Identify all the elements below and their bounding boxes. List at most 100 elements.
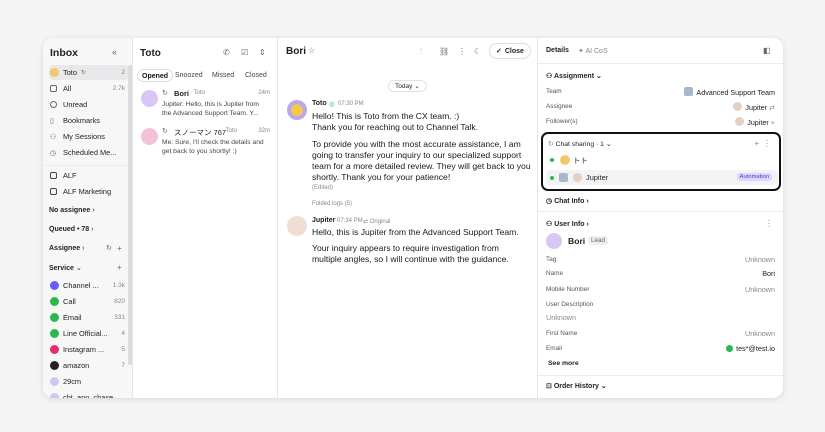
sidebar-item-channel[interactable]: Line Official... 4	[49, 326, 129, 341]
close-button[interactable]: ✓ Close	[489, 43, 531, 59]
divider	[538, 63, 783, 64]
checkbox-icon[interactable]: ☑	[241, 48, 248, 57]
sharing-row[interactable]: トト	[549, 153, 775, 167]
field-label: Follower(s)	[546, 118, 578, 125]
sidebar-item-channel[interactable]: amazon 7	[49, 358, 129, 373]
date-label: Today	[395, 82, 413, 90]
sidebar-item-scheduled[interactable]: ◷ Scheduled Me...	[49, 145, 129, 160]
sidebar-item-count: 820	[114, 298, 125, 305]
sidebar-item-team-alf[interactable]: ALF	[49, 168, 129, 183]
team-value[interactable]: Advanced Support Team	[684, 87, 775, 97]
more-icon[interactable]: ⋮	[458, 47, 466, 56]
email-value[interactable]: tes*@test.io	[726, 344, 775, 353]
sidebar-item-toto[interactable]: Toto ↻ 2	[49, 65, 129, 80]
sidebar-item-unread[interactable]: Unread	[49, 97, 129, 112]
waveform-icon[interactable]: ⫶	[420, 47, 422, 57]
avatar	[573, 173, 582, 182]
automation-badge: Automation	[736, 173, 772, 181]
tab-opened[interactable]: Opened	[137, 69, 174, 82]
chevron-down-icon: ⌄	[75, 265, 82, 272]
original-tag-label: Original	[369, 219, 391, 225]
sidebar-item-channel[interactable]: Call 820	[49, 294, 129, 309]
sidebar-section-assignee[interactable]: Assignee ›	[49, 245, 84, 252]
description-value[interactable]: Unknown	[546, 313, 576, 322]
sidebar-section-queued[interactable]: Queued • 78 ›	[49, 226, 93, 233]
tab-closed[interactable]: Closed	[241, 69, 271, 82]
sidebar-item-channel[interactable]: Email 331	[49, 310, 129, 325]
sidebar-item-label: Channel ...	[63, 281, 99, 290]
channel-icon	[50, 297, 59, 306]
add-service-icon[interactable]: +	[117, 263, 122, 272]
collapse-sidebar-icon[interactable]: «	[112, 47, 117, 57]
reassign-icon: ⇄	[768, 103, 775, 112]
chat-info-header[interactable]: ◷ Chat Info ›	[546, 197, 589, 205]
avatar	[287, 216, 307, 236]
sharing-name: Jupiter	[586, 173, 609, 182]
inbox-title: Inbox	[50, 47, 78, 59]
sidebar-item-bookmarks[interactable]: ▯ Bookmarks	[49, 113, 129, 128]
clock-icon: ◷	[546, 198, 555, 205]
followers-value[interactable]: Jupiter +	[735, 117, 775, 127]
chat-assignee: · Toto	[190, 90, 205, 96]
phone-icon[interactable]: ✆	[223, 48, 230, 57]
order-history-header[interactable]: ⊡ Order History ⌄	[546, 382, 607, 390]
tab-missed[interactable]: Missed	[208, 69, 238, 82]
snooze-moon-icon[interactable]: ☾	[474, 47, 481, 56]
first-name-value[interactable]: Unknown	[745, 329, 775, 338]
assignment-header[interactable]: ⚇ Assignment ⌄	[546, 72, 602, 80]
avatar	[287, 100, 307, 120]
sidebar-item-count: 2.7k	[112, 85, 125, 92]
folded-logs-link[interactable]: Folded logs (5)	[312, 201, 352, 207]
channel-icon	[50, 281, 59, 290]
user-info-header[interactable]: ⚇ User Info ›	[546, 220, 589, 228]
sidebar-section-no-assignee[interactable]: No assignee ›	[49, 207, 95, 214]
edited-label: (Edited)	[312, 185, 334, 191]
sidebar-item-label: Line Official...	[63, 329, 108, 338]
team-icon	[50, 188, 57, 195]
chevron-right-icon: ›	[82, 245, 85, 252]
sidebar-item-all[interactable]: All 2.7k	[49, 81, 129, 96]
see-more-button[interactable]: See more	[543, 357, 584, 370]
original-tag[interactable]: ⇄ Original	[363, 218, 390, 225]
more-icon[interactable]: ⋮	[765, 219, 773, 228]
sidebar-item-label: All	[63, 84, 72, 93]
field-label: First Name	[546, 330, 578, 337]
sidebar-item-my-sessions[interactable]: ⚇ My Sessions	[49, 129, 129, 144]
sidebar-scrollbar[interactable]	[128, 65, 132, 365]
sharing-row[interactable]: Jupiter Automation	[546, 170, 778, 185]
sidebar-item-label: My Sessions	[63, 132, 105, 141]
date-divider[interactable]: Today ⌄	[388, 80, 427, 92]
translate-icon: ⇄	[363, 219, 370, 225]
link-icon[interactable]: ⛓	[439, 47, 449, 56]
field-label: Tag	[546, 256, 557, 263]
sidebar-item-channel[interactable]: cht_app_chase...	[49, 390, 129, 398]
sidebar-item-channel[interactable]: Channel ... 1.3k	[49, 278, 129, 293]
field-label: Team	[546, 88, 562, 95]
tab-ai-cos[interactable]: ✦ AI CoS	[578, 47, 608, 55]
mobile-value[interactable]: Unknown	[745, 285, 775, 294]
sort-icon[interactable]: ⇕	[259, 48, 266, 57]
list-item[interactable]: ↻ スノーマン 767 · Toto 32m Me: Sure, I'll ch…	[133, 124, 278, 160]
chevron-right-icon: ›	[92, 207, 95, 214]
sidebar-section-service[interactable]: Service ⌄	[49, 264, 82, 272]
tab-details[interactable]: Details	[546, 47, 569, 54]
more-icon[interactable]: ⋮	[763, 139, 771, 148]
list-item[interactable]: ↻ Bori · Toto 24m Jupiter: Hello, this i…	[133, 86, 278, 122]
add-icon[interactable]: +	[117, 244, 122, 253]
channel-icon	[50, 361, 59, 370]
sidebar-item-team-alf-marketing[interactable]: ALF Marketing	[49, 184, 129, 199]
panel-toggle-icon[interactable]: ◧	[763, 46, 771, 55]
chat-sharing-header[interactable]: ↻ Chat sharing · 1 ⌄	[548, 140, 612, 148]
assignee-value[interactable]: Jupiter ⇄	[733, 102, 775, 112]
star-icon[interactable]: ☆	[308, 46, 315, 55]
avatar	[546, 233, 562, 249]
tag-value[interactable]: Unknown	[745, 255, 775, 264]
refresh-icon[interactable]: ↻	[106, 244, 112, 252]
divider	[538, 211, 783, 212]
tab-snoozed[interactable]: Snoozed	[171, 69, 207, 82]
check-icon: ✓	[496, 48, 502, 55]
name-value[interactable]: Bori	[762, 269, 775, 278]
sidebar-item-channel[interactable]: 29cm	[49, 374, 129, 389]
sidebar-item-channel[interactable]: Instagram ... 5	[49, 342, 129, 357]
add-share-icon[interactable]: +	[754, 139, 759, 148]
